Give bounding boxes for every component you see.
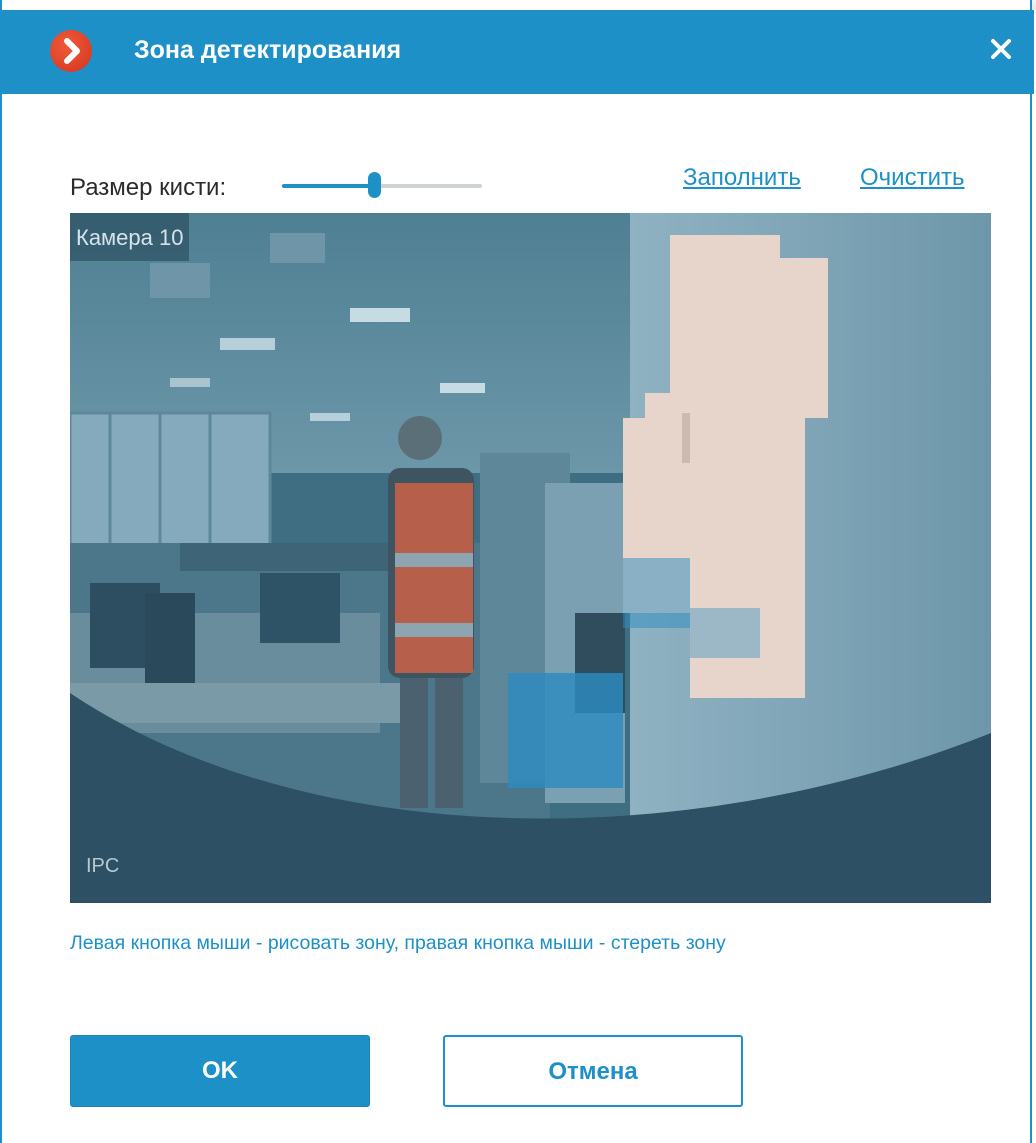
dialog-title: Зона детектирования [134, 36, 402, 64]
detection-zone-dialog: Зона детектирования Размер кисти: Заполн… [0, 0, 1034, 1143]
mouse-hint-text: Левая кнопка мыши - рисовать зону, права… [70, 932, 726, 954]
slider-track-filled [282, 184, 374, 188]
camera-name-label: Камера 10 [70, 213, 190, 261]
slider-thumb[interactable] [368, 172, 381, 198]
camera-frame-image [70, 213, 991, 903]
title-bar: Зона детектирования [2, 10, 1034, 94]
cancel-button[interactable]: Отмена [443, 1035, 743, 1107]
close-icon[interactable] [984, 32, 1018, 66]
clear-zone-link[interactable]: Очистить [860, 164, 964, 192]
app-logo-icon [50, 30, 92, 72]
camera-view-canvas[interactable]: Камера 10 IPC [70, 213, 991, 903]
brush-size-slider[interactable] [280, 168, 484, 204]
ok-button[interactable]: OK [70, 1035, 370, 1107]
brush-size-label: Размер кисти: [70, 174, 227, 201]
slider-track-empty [374, 184, 482, 188]
fill-zone-link[interactable]: Заполнить [683, 164, 801, 192]
stream-tag-label: IPC [86, 855, 120, 877]
